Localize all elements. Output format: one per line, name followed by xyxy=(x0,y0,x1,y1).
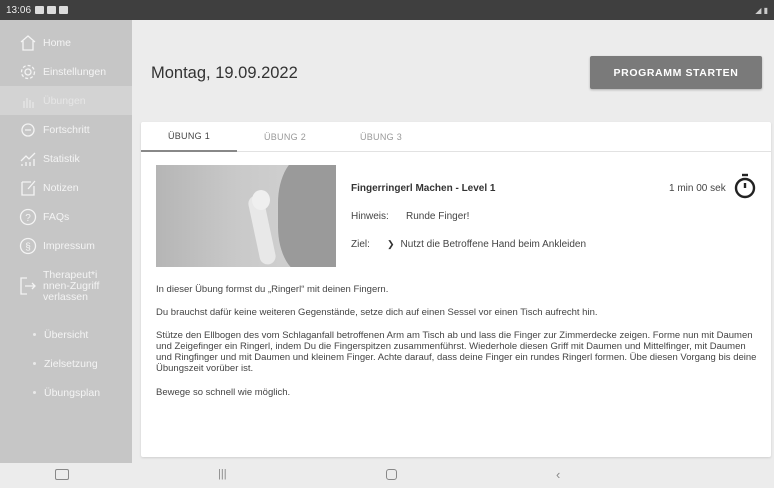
sidebar-subitem-label: Übungsplan xyxy=(44,386,101,399)
notes-icon xyxy=(19,179,37,197)
recent-apps-icon[interactable]: ||| xyxy=(218,468,227,480)
sidebar-subitem-label: Zielsetzung xyxy=(44,357,98,370)
sidebar-subitem-zielsetzung[interactable]: Zielsetzung xyxy=(0,349,132,378)
sidebar-item-label: Notizen xyxy=(43,181,79,194)
back-icon[interactable]: ‹ xyxy=(556,467,560,482)
sidebar-item-home[interactable]: Home xyxy=(0,28,132,57)
exit-icon xyxy=(19,277,37,295)
sidebar-item-label: Statistik xyxy=(43,152,80,165)
app-icon xyxy=(59,6,69,14)
statistics-icon xyxy=(19,150,37,168)
svg-text:?: ? xyxy=(25,213,31,224)
description-paragraph: Stütze den Ellbogen des vom Schlaganfall… xyxy=(156,330,757,374)
svg-text:§: § xyxy=(25,242,31,253)
bullet-icon xyxy=(33,333,36,336)
description-paragraph: In dieser Übung formst du „Ringerl“ mit … xyxy=(156,284,389,295)
status-bar: 13:06 ◢ ▮ xyxy=(0,0,774,20)
notification-icon xyxy=(35,6,45,14)
sidebar-item-label: Übungen xyxy=(43,94,86,107)
bullet-icon xyxy=(33,362,36,365)
exercise-card: ÜBUNG 1 ÜBUNG 2 ÜBUNG 3 Fingerringerl Ma… xyxy=(141,122,771,457)
sidebar-item-faqs[interactable]: ? FAQs xyxy=(0,202,132,231)
exercises-icon xyxy=(19,92,37,110)
sidebar: Home Einstellungen Übungen Fortschritt S… xyxy=(0,20,132,463)
sidebar-item-exit[interactable]: Therapeut*i nnen-Zugriff verlassen xyxy=(0,260,132,312)
sidebar-item-label: FAQs xyxy=(43,210,70,223)
exercise-duration: 1 min 00 sek xyxy=(669,183,726,194)
sidebar-subitem-label: Übersicht xyxy=(44,328,89,341)
faq-icon: ? xyxy=(19,208,37,226)
description-paragraph: Du brauchst dafür keine weiteren Gegenst… xyxy=(156,307,598,318)
sidebar-item-label: Fortschritt xyxy=(43,123,90,136)
signal-icon: ◢ ▮ xyxy=(755,5,768,15)
goal-value: ❯ Nutzt die Betroffene Hand beim Ankleid… xyxy=(387,239,586,250)
sidebar-item-label: Impressum xyxy=(43,239,95,252)
description-paragraph: Bewege so schnell wie möglich. xyxy=(156,387,291,398)
imprint-icon: § xyxy=(19,237,37,255)
tab-uebung-3[interactable]: ÜBUNG 3 xyxy=(333,122,429,152)
sidebar-subitem-uebungsplan[interactable]: Übungsplan xyxy=(0,378,132,407)
goal-text: Nutzt die Betroffene Hand beim Ankleiden xyxy=(400,239,587,250)
sidebar-item-label: Einstellungen xyxy=(43,65,107,78)
progress-icon xyxy=(19,121,37,139)
settings-icon xyxy=(19,63,37,81)
sidebar-subitem-uebersicht[interactable]: Übersicht xyxy=(0,320,132,349)
chevron-right-icon: ❯ xyxy=(387,239,395,249)
sidebar-item-fortschritt[interactable]: Fortschritt xyxy=(0,115,132,144)
screenshot-icon[interactable] xyxy=(55,469,69,480)
system-nav-bar: ||| ‹ xyxy=(0,463,774,488)
goal-label: Ziel: xyxy=(351,239,370,250)
home-icon xyxy=(19,34,37,52)
tab-uebung-1[interactable]: ÜBUNG 1 xyxy=(141,122,237,152)
sidebar-item-notizen[interactable]: Notizen xyxy=(0,173,132,202)
exercise-title: Fingerringerl Machen - Level 1 xyxy=(351,183,496,194)
sidebar-item-statistik[interactable]: Statistik xyxy=(0,144,132,173)
sidebar-item-uebungen[interactable]: Übungen xyxy=(0,86,132,115)
sidebar-item-impressum[interactable]: § Impressum xyxy=(0,231,132,260)
exercise-tabs: ÜBUNG 1 ÜBUNG 2 ÜBUNG 3 xyxy=(141,122,771,152)
stopwatch-icon[interactable] xyxy=(732,173,758,199)
sidebar-item-einstellungen[interactable]: Einstellungen xyxy=(0,57,132,86)
hint-value: Runde Finger! xyxy=(406,211,470,222)
page-date: Montag, 19.09.2022 xyxy=(151,64,298,82)
tab-uebung-2[interactable]: ÜBUNG 2 xyxy=(237,122,333,152)
start-program-button[interactable]: PROGRAMM STARTEN xyxy=(590,56,762,89)
status-time: 13:06 xyxy=(6,4,32,16)
sidebar-item-label: Home xyxy=(43,36,72,49)
sidebar-item-label: Therapeut*i nnen-Zugriff verlassen xyxy=(43,268,100,303)
bullet-icon xyxy=(33,391,36,394)
gallery-icon xyxy=(47,6,57,14)
hint-label: Hinweis: xyxy=(351,211,389,222)
exercise-image xyxy=(156,165,336,267)
home-nav-icon[interactable] xyxy=(386,469,397,480)
